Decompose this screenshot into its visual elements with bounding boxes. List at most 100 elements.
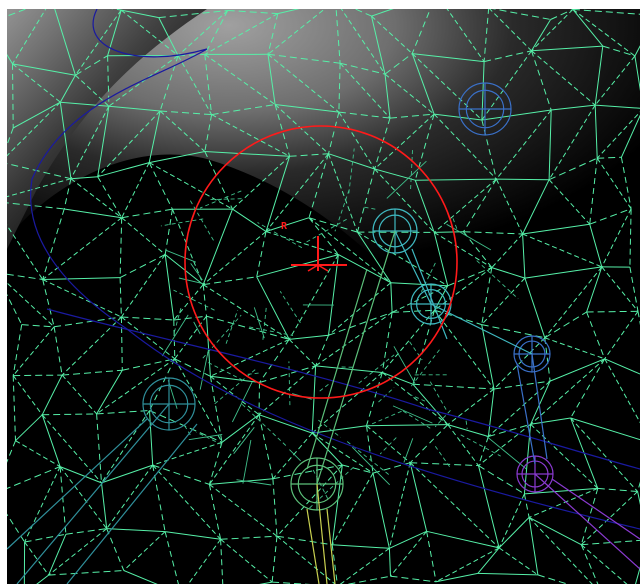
mesh-edge [42,217,123,280]
mesh-edge [149,358,176,411]
wireframe-scene[interactable] [7,9,640,584]
mesh-edge [149,410,154,466]
mesh-edge [164,209,173,255]
mesh-edge [436,572,478,583]
mesh-edge [48,534,67,576]
mesh-edge [173,289,215,311]
mesh-edge [493,380,551,390]
mesh-edge [220,539,224,584]
mesh-edge [121,316,176,360]
mesh-edge [434,445,451,469]
mesh-edge [257,222,303,249]
mesh-edge [253,307,265,339]
mesh-edge [121,208,173,219]
mesh-edge [478,465,500,549]
mesh-edge [152,465,166,532]
mesh-edge [366,372,383,426]
mesh-edge [580,544,599,584]
mesh-edge [7,273,43,280]
mesh-edge [119,217,123,278]
mesh-edge [389,530,427,549]
mesh-edge [121,316,174,321]
mesh-edge [15,414,43,442]
mesh-edge [199,190,242,209]
mesh-edge [544,311,587,339]
mesh-edge [570,417,640,441]
mesh-edge [12,375,16,441]
mesh-edge [41,414,102,484]
mesh-edge [523,493,530,518]
mesh-edge [315,335,329,367]
mesh-edge [498,517,530,549]
mesh-edge [258,382,260,415]
mesh-edge [390,575,437,583]
mesh-edge [61,374,97,415]
mesh-edge [487,388,495,437]
mesh-edge [311,432,374,474]
mesh-edge [220,535,278,540]
mesh-edge [202,284,207,317]
mesh-edge [106,528,166,533]
mesh-edge [332,544,390,549]
mesh-edge [202,208,233,285]
mesh-edge [148,162,173,210]
mesh-edge [41,374,63,416]
mesh-edge [209,484,278,537]
mesh-edge [120,254,166,318]
mesh-edge [165,531,221,540]
mesh-edge [496,178,550,181]
mesh-edge [161,314,189,357]
mesh-edge [328,254,339,336]
mesh-edge [106,464,154,529]
mesh-edge [53,326,63,376]
bone-leg [306,483,336,584]
mesh-edge [96,410,150,415]
mesh-edge [549,358,605,382]
mesh-edge [381,309,435,373]
mesh-edge [42,279,55,327]
mesh-edge [426,530,500,549]
mesh-edge [245,372,259,376]
manipulator-axis-label: R [281,221,288,232]
mesh-edge [208,442,223,485]
mesh-edge [289,449,302,462]
mesh-edge [570,358,606,419]
mesh-edge [409,341,423,361]
mesh-edge [365,410,402,428]
mesh-edge [121,217,166,255]
mesh-edge [271,536,278,583]
mesh-edge [328,311,393,336]
mesh-edge [164,531,179,584]
mesh-edge [203,276,257,286]
mesh-edge [447,424,479,466]
mesh-edge [435,547,500,583]
3d-viewport[interactable]: R [7,9,640,584]
mesh-edge [465,420,468,429]
mesh-edge [366,425,411,464]
mesh-edge [208,484,222,540]
mesh-edge [289,334,329,340]
mesh-edge [339,547,390,584]
mesh-edge [258,414,313,434]
mesh-edge [97,176,123,218]
mesh-edge [530,380,551,425]
mesh-edge [604,311,639,360]
mesh-edge [311,372,383,434]
mesh-edge [366,425,374,474]
mesh-edge [258,414,274,479]
mesh-edge [537,574,569,584]
mesh-edge [258,365,316,416]
mesh-edge [288,361,291,406]
mesh-edge [381,372,449,425]
mesh-edge [528,516,582,546]
mesh-edge [379,437,397,455]
mesh-edge [212,369,256,406]
mesh-edge [409,462,428,532]
mesh-edge [276,535,336,584]
mesh-edge [123,531,166,571]
mesh-edge [70,178,123,219]
mesh-edge [570,417,638,492]
mesh-edge [312,425,367,434]
mesh-edge [460,434,501,457]
mesh-edge [174,315,207,360]
